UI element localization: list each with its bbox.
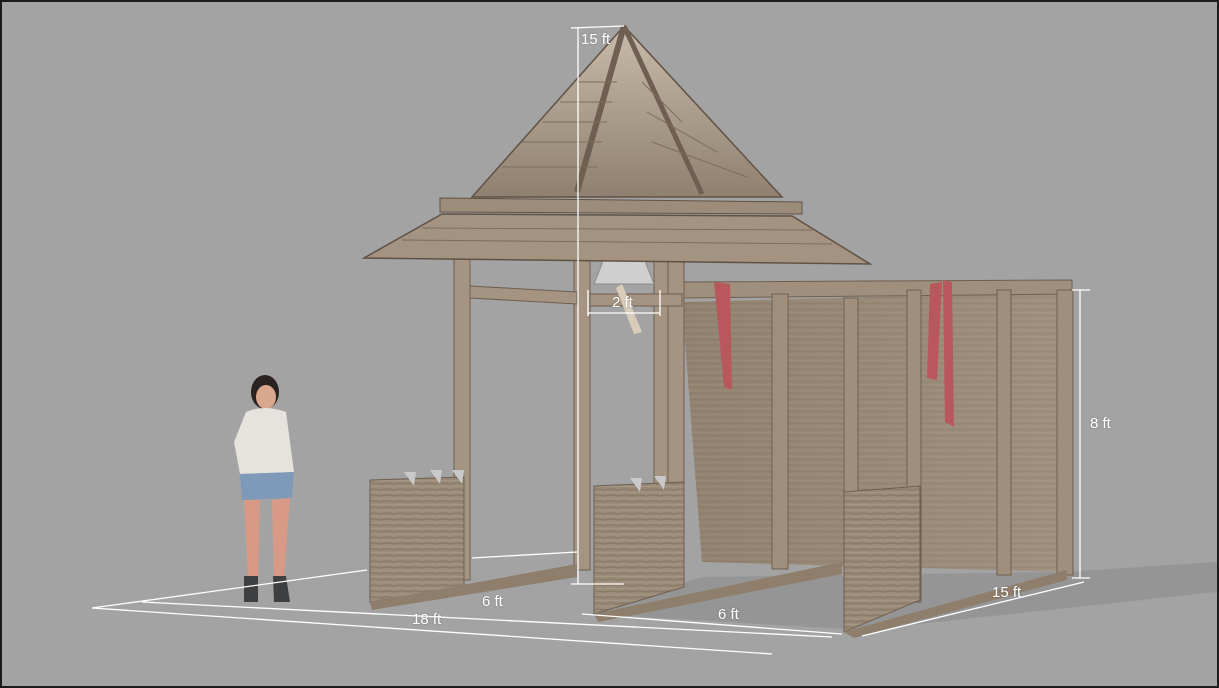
render-viewport: 15 ft 2 ft 8 ft 6 ft 6 ft 18 ft 15 ft [0, 0, 1219, 688]
front-right-length-label: 6 ft [718, 606, 739, 623]
roof-height-label: 15 ft [581, 31, 611, 48]
pyramid-roof [361, 24, 873, 265]
total-length-label: 18 ft [412, 611, 442, 628]
bell-width-label: 2 ft [612, 294, 633, 311]
depth-label: 15 ft [992, 584, 1022, 601]
bell-tower-scene [91, 24, 1217, 655]
front-left-pallet [369, 470, 577, 610]
human-scale-figure [234, 375, 294, 602]
wall-height-label: 8 ft [1090, 415, 1111, 432]
wall-height-line [1072, 289, 1090, 579]
front-left-length-label: 6 ft [482, 593, 503, 610]
